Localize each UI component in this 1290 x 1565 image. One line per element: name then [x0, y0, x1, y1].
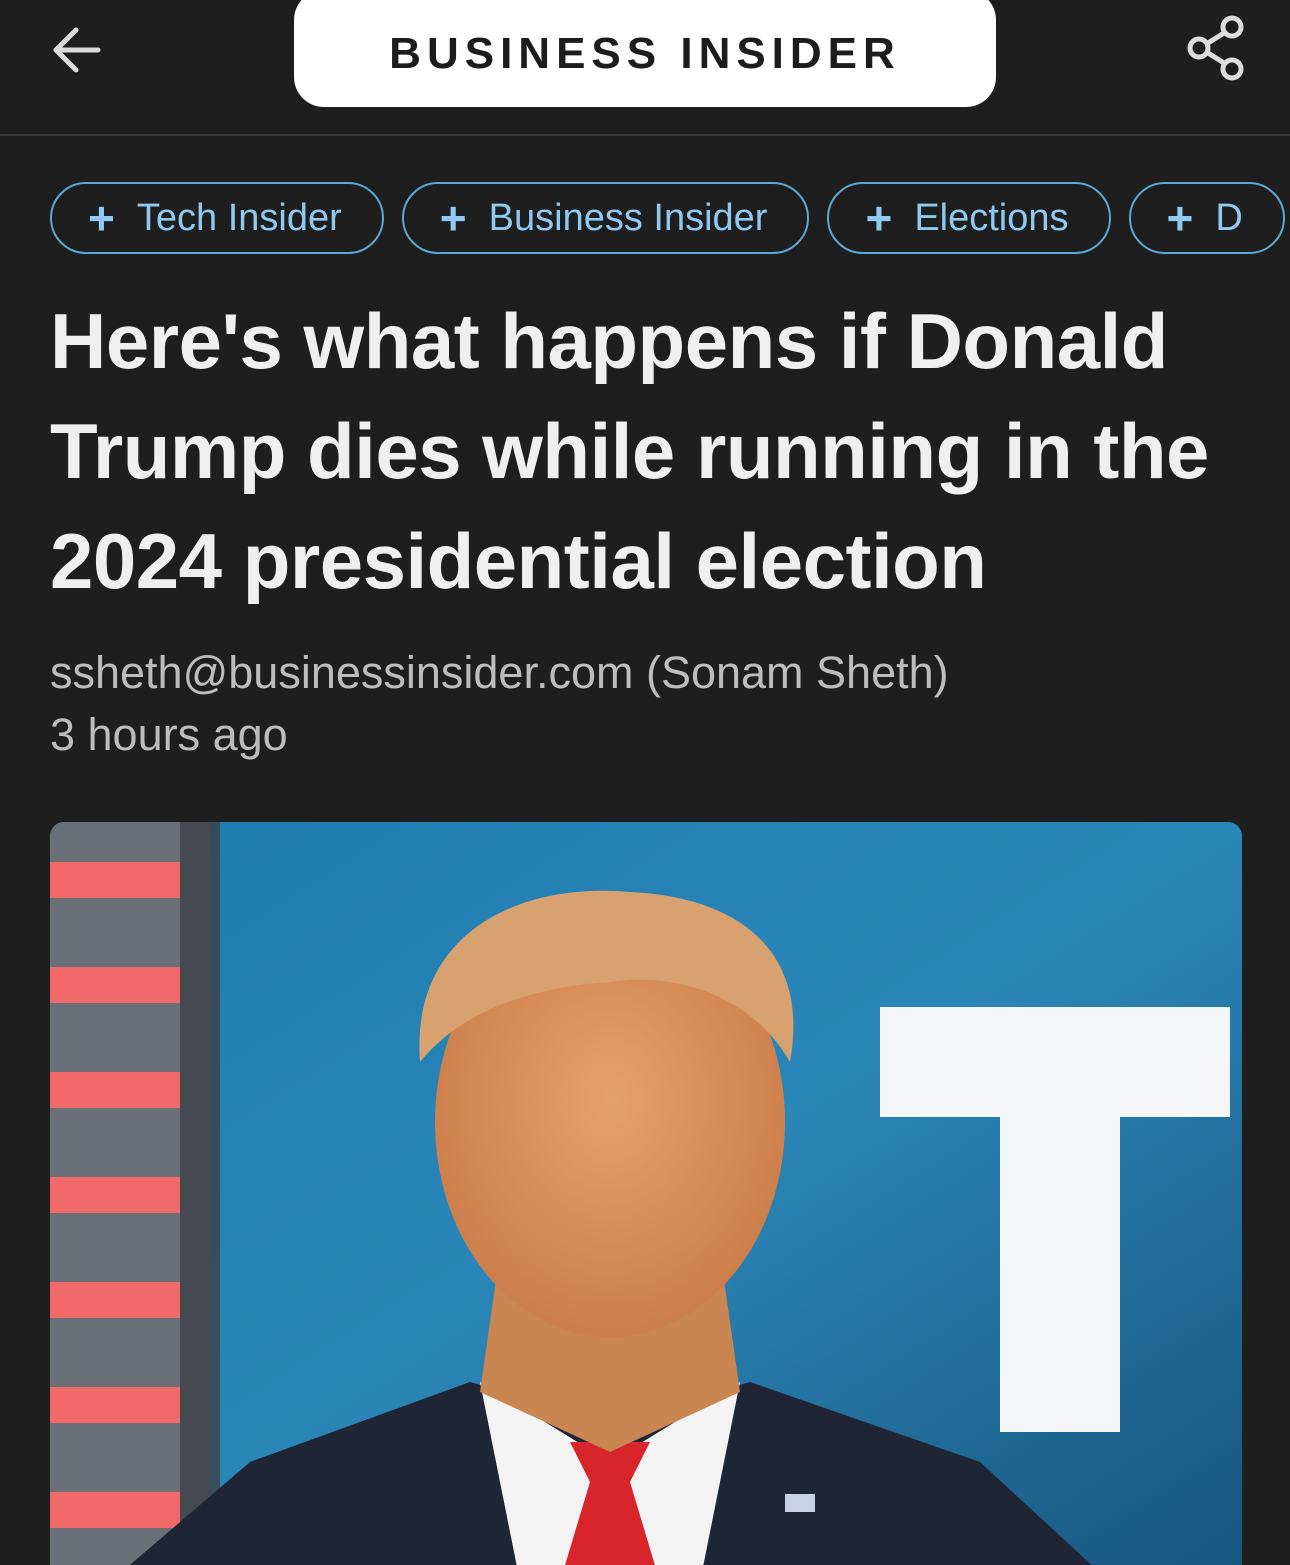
article-page: BUSINESS INSIDER + Tech Insider + Busine…: [0, 0, 1290, 1565]
plus-icon: +: [88, 192, 115, 244]
chip-label: Tech Insider: [136, 196, 342, 239]
hero-photo: [50, 822, 1242, 1565]
article-headline: Here's what happens if Donald Trump dies…: [50, 297, 1209, 605]
chip-business-insider[interactable]: + Business Insider: [401, 182, 810, 254]
publisher-logo[interactable]: BUSINESS INSIDER: [294, 0, 996, 107]
topic-chip-row: + Tech Insider + Business Insider + Elec…: [50, 182, 1290, 258]
publish-time: 3 hours ago: [50, 709, 288, 760]
chip-label: Business Insider: [488, 196, 768, 239]
article-byline: ssheth@businessinsider.com (Sonam Sheth)…: [50, 642, 1250, 766]
back-button[interactable]: [40, 14, 112, 86]
chip-truncated[interactable]: + D: [1128, 182, 1285, 254]
chip-elections[interactable]: + Elections: [827, 182, 1111, 254]
hero-image[interactable]: [50, 822, 1242, 1565]
top-app-bar: BUSINESS INSIDER: [0, 0, 1290, 136]
chip-tech-insider[interactable]: + Tech Insider: [50, 182, 384, 254]
share-icon: [1187, 15, 1244, 81]
author[interactable]: ssheth@businessinsider.com (Sonam Sheth): [50, 642, 1250, 704]
share-button[interactable]: [1180, 12, 1252, 84]
publisher-name: BUSINESS INSIDER: [389, 28, 901, 78]
plus-icon: +: [1166, 192, 1194, 244]
chip-label: Elections: [914, 196, 1069, 239]
arrow-left-icon: [53, 27, 101, 73]
chip-label: D: [1215, 196, 1243, 239]
plus-icon: +: [865, 192, 893, 244]
plus-icon: +: [439, 192, 467, 244]
